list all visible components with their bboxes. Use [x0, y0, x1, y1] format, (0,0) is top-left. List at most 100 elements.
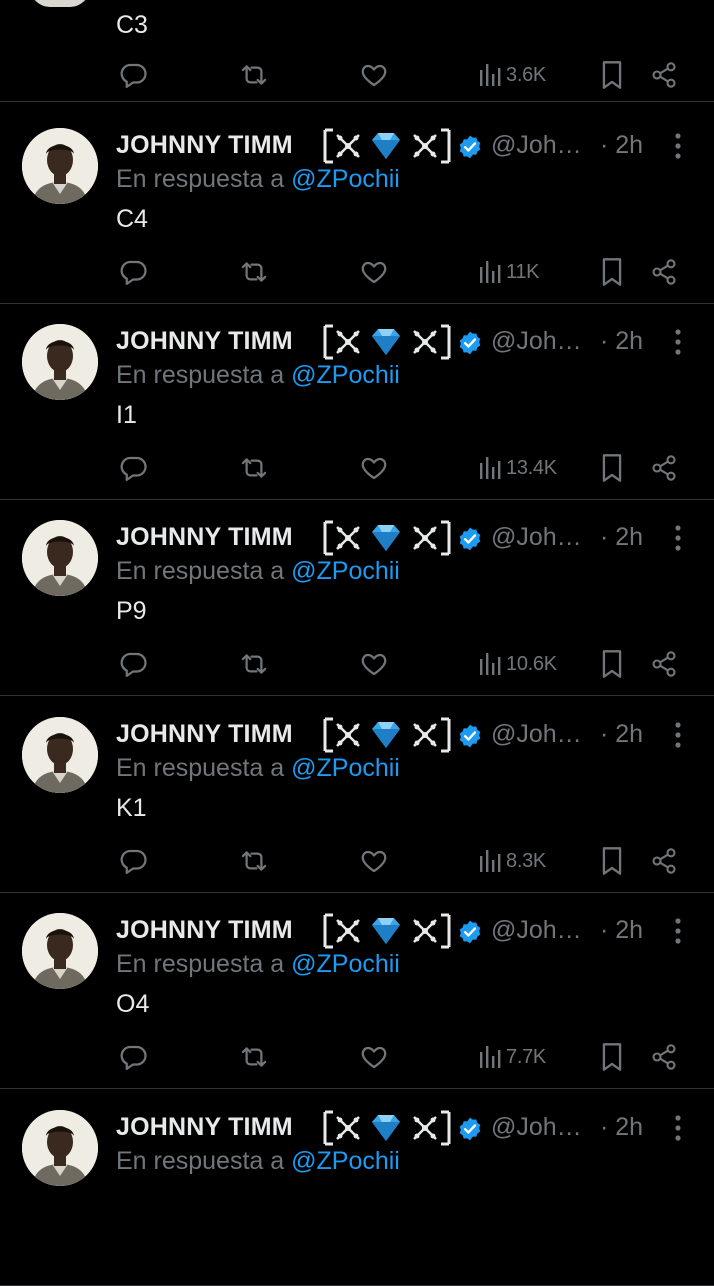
- views-count: 10.6K: [506, 652, 557, 675]
- timestamp[interactable]: · 2h: [600, 720, 643, 749]
- reply-mention-link[interactable]: @ZPochii: [291, 950, 400, 978]
- author-handle[interactable]: @Joh…: [491, 131, 582, 160]
- timestamp[interactable]: · 2h: [600, 131, 643, 160]
- reply-icon[interactable]: [118, 450, 148, 486]
- share-icon[interactable]: [650, 646, 678, 682]
- author-name[interactable]: JOHNNY TIMM: [116, 327, 293, 356]
- avatar[interactable]: [22, 913, 98, 989]
- divider: [0, 1088, 714, 1089]
- views-button[interactable]: 3.6K: [478, 57, 546, 93]
- author-name[interactable]: JOHNNY TIMM: [116, 523, 293, 552]
- share-icon[interactable]: [650, 843, 678, 879]
- avatar[interactable]: [22, 717, 98, 793]
- bookmark-icon[interactable]: [600, 646, 624, 682]
- reply-icon[interactable]: [118, 254, 148, 290]
- retweet-icon[interactable]: [238, 254, 270, 290]
- reply-icon[interactable]: [118, 843, 148, 879]
- bookmark-icon[interactable]: [600, 1039, 624, 1075]
- avatar[interactable]: [30, 0, 90, 7]
- bookmark-icon[interactable]: [600, 57, 624, 93]
- tweet-header: JOHNNY TIMM @Joh… · 2h: [116, 1110, 706, 1150]
- share-icon[interactable]: [650, 57, 678, 93]
- name-emoji-decoration: [321, 324, 453, 365]
- views-button[interactable]: 11K: [478, 254, 540, 290]
- name-emoji-decoration: [321, 1110, 453, 1151]
- retweet-icon[interactable]: [238, 57, 270, 93]
- reply-prefix: En respuesta a: [116, 950, 285, 978]
- reply-mention-link[interactable]: @ZPochii: [291, 754, 400, 782]
- divider: [0, 695, 714, 696]
- more-options-icon[interactable]: [666, 719, 690, 751]
- tweet[interactable]: JOHNNY TIMM @Joh… · 2h En respuesta a @Z…: [0, 1090, 714, 1286]
- tweet-actions: 3.6K: [0, 57, 714, 97]
- author-handle[interactable]: @Joh…: [491, 523, 582, 552]
- share-icon[interactable]: [650, 254, 678, 290]
- views-button[interactable]: 10.6K: [478, 646, 557, 682]
- heart-icon[interactable]: [359, 254, 389, 290]
- author-handle[interactable]: @Joh…: [491, 916, 582, 945]
- heart-icon[interactable]: [359, 450, 389, 486]
- divider: [0, 101, 714, 102]
- timestamp[interactable]: · 2h: [600, 523, 643, 552]
- more-options-icon[interactable]: [666, 326, 690, 358]
- heart-icon[interactable]: [359, 57, 389, 93]
- verified-badge-icon: [457, 330, 483, 361]
- bookmark-icon[interactable]: [600, 450, 624, 486]
- heart-icon[interactable]: [359, 646, 389, 682]
- reply-context: En respuesta a @ZPochii: [116, 950, 400, 979]
- views-button[interactable]: 13.4K: [478, 450, 557, 486]
- retweet-icon[interactable]: [238, 450, 270, 486]
- tweet[interactable]: JOHNNY TIMM @Joh… · 2h En respuesta a @Z…: [0, 893, 714, 1089]
- share-icon[interactable]: [650, 1039, 678, 1075]
- share-icon[interactable]: [650, 450, 678, 486]
- reply-mention-link[interactable]: @ZPochii: [291, 165, 400, 193]
- author-handle[interactable]: @Joh…: [491, 327, 582, 356]
- views-button[interactable]: 8.3K: [478, 843, 546, 879]
- author-handle[interactable]: @Joh…: [491, 720, 582, 749]
- views-chart-icon: [478, 259, 502, 285]
- reply-mention-link[interactable]: @ZPochii: [291, 1147, 400, 1175]
- author-handle[interactable]: @Joh…: [491, 1113, 582, 1142]
- author-name[interactable]: JOHNNY TIMM: [116, 916, 293, 945]
- tweet[interactable]: JOHNNY TIMM @Joh… · 2h En respuesta a @Z…: [0, 500, 714, 696]
- reply-mention-link[interactable]: @ZPochii: [291, 361, 400, 389]
- name-emoji-decoration: [321, 520, 453, 561]
- views-count: 8.3K: [506, 849, 546, 872]
- heart-icon[interactable]: [359, 1039, 389, 1075]
- retweet-icon[interactable]: [238, 1039, 270, 1075]
- verified-badge-icon: [457, 134, 483, 165]
- views-chart-icon: [478, 455, 502, 481]
- verified-badge-icon: [457, 526, 483, 557]
- reply-icon[interactable]: [118, 646, 148, 682]
- avatar[interactable]: [22, 1110, 98, 1186]
- tweet[interactable]: JOHNNY TIMM @Joh… · 2h En respuesta a @Z…: [0, 108, 714, 304]
- more-options-icon[interactable]: [666, 130, 690, 162]
- tweet[interactable]: C3 3.6K: [0, 0, 714, 102]
- tweet-header: JOHNNY TIMM @Joh… · 2h: [116, 520, 706, 560]
- timestamp[interactable]: · 2h: [600, 916, 643, 945]
- avatar[interactable]: [22, 520, 98, 596]
- bookmark-icon[interactable]: [600, 843, 624, 879]
- more-options-icon[interactable]: [666, 915, 690, 947]
- author-name[interactable]: JOHNNY TIMM: [116, 720, 293, 749]
- author-name[interactable]: JOHNNY TIMM: [116, 1113, 293, 1142]
- views-button[interactable]: 7.7K: [478, 1039, 546, 1075]
- reply-mention-link[interactable]: @ZPochii: [291, 557, 400, 585]
- more-options-icon[interactable]: [666, 522, 690, 554]
- avatar[interactable]: [22, 324, 98, 400]
- bookmark-icon[interactable]: [600, 254, 624, 290]
- timestamp[interactable]: · 2h: [600, 1113, 643, 1142]
- reply-context: En respuesta a @ZPochii: [116, 361, 400, 390]
- more-options-icon[interactable]: [666, 1112, 690, 1144]
- retweet-icon[interactable]: [238, 843, 270, 879]
- avatar[interactable]: [22, 128, 98, 204]
- reply-icon[interactable]: [118, 57, 148, 93]
- tweet[interactable]: JOHNNY TIMM @Joh… · 2h En respuesta a @Z…: [0, 697, 714, 893]
- heart-icon[interactable]: [359, 843, 389, 879]
- reply-icon[interactable]: [118, 1039, 148, 1075]
- retweet-icon[interactable]: [238, 646, 270, 682]
- timestamp[interactable]: · 2h: [600, 327, 643, 356]
- author-name[interactable]: JOHNNY TIMM: [116, 131, 293, 160]
- reply-context: En respuesta a @ZPochii: [116, 165, 400, 194]
- tweet[interactable]: JOHNNY TIMM @Joh… · 2h En respuesta a @Z…: [0, 304, 714, 500]
